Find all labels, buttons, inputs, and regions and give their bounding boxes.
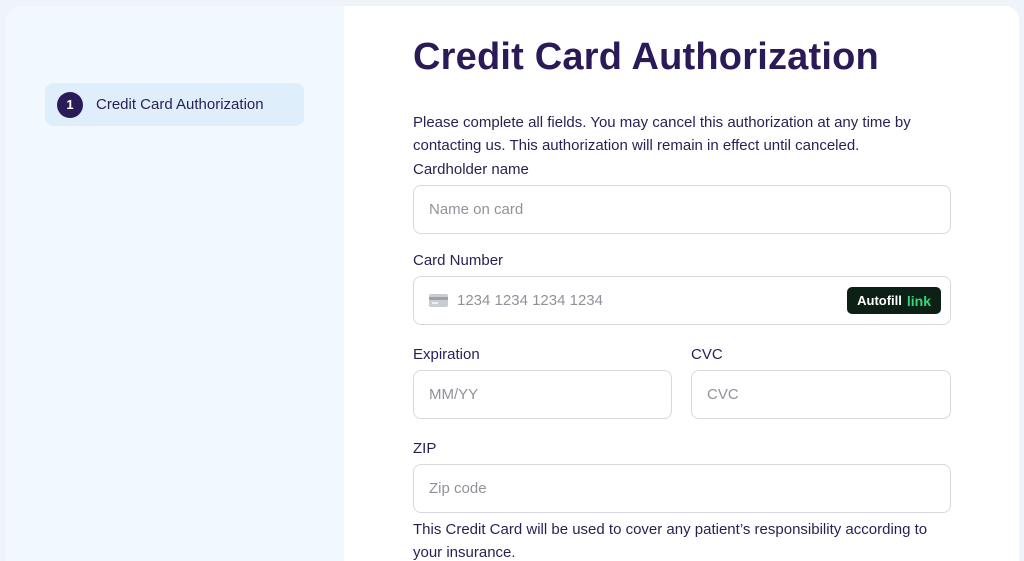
- zip-input[interactable]: [429, 480, 935, 497]
- steps-sidebar: 1 Credit Card Authorization: [6, 6, 344, 561]
- cardholder-field[interactable]: [413, 185, 951, 234]
- intro-text: Please complete all fields. You may canc…: [413, 114, 911, 154]
- cvc-label: CVC: [691, 346, 723, 363]
- card-number-field[interactable]: Autofill link: [413, 276, 951, 325]
- card-number-input[interactable]: [457, 292, 848, 309]
- cvc-field[interactable]: [691, 370, 951, 419]
- sidebar-step-credit-card[interactable]: 1 Credit Card Authorization: [45, 83, 304, 126]
- autofill-text: Autofill: [857, 293, 902, 308]
- link-logo: link: [906, 292, 931, 309]
- card-number-label: Card Number: [413, 252, 504, 269]
- step-label: Credit Card Authorization: [96, 96, 264, 113]
- credit-card-icon: [429, 294, 448, 307]
- cvc-input[interactable]: [707, 386, 935, 403]
- expiration-input[interactable]: [429, 386, 656, 403]
- expiration-field[interactable]: [413, 370, 672, 419]
- zip-field[interactable]: [413, 464, 951, 513]
- expiration-label: Expiration: [413, 346, 480, 363]
- page-title: Credit Card Authorization: [413, 36, 879, 78]
- cardholder-input[interactable]: [429, 201, 935, 218]
- step-number-badge: 1: [57, 91, 83, 118]
- cardholder-label: Cardholder name: [413, 161, 529, 178]
- app-frame: 1 Credit Card Authorization Credit Card …: [6, 6, 1019, 561]
- insurance-note: This Credit Card will be used to cover a…: [413, 521, 928, 561]
- zip-label: ZIP: [413, 440, 437, 457]
- autofill-link-button[interactable]: Autofill link: [847, 287, 941, 314]
